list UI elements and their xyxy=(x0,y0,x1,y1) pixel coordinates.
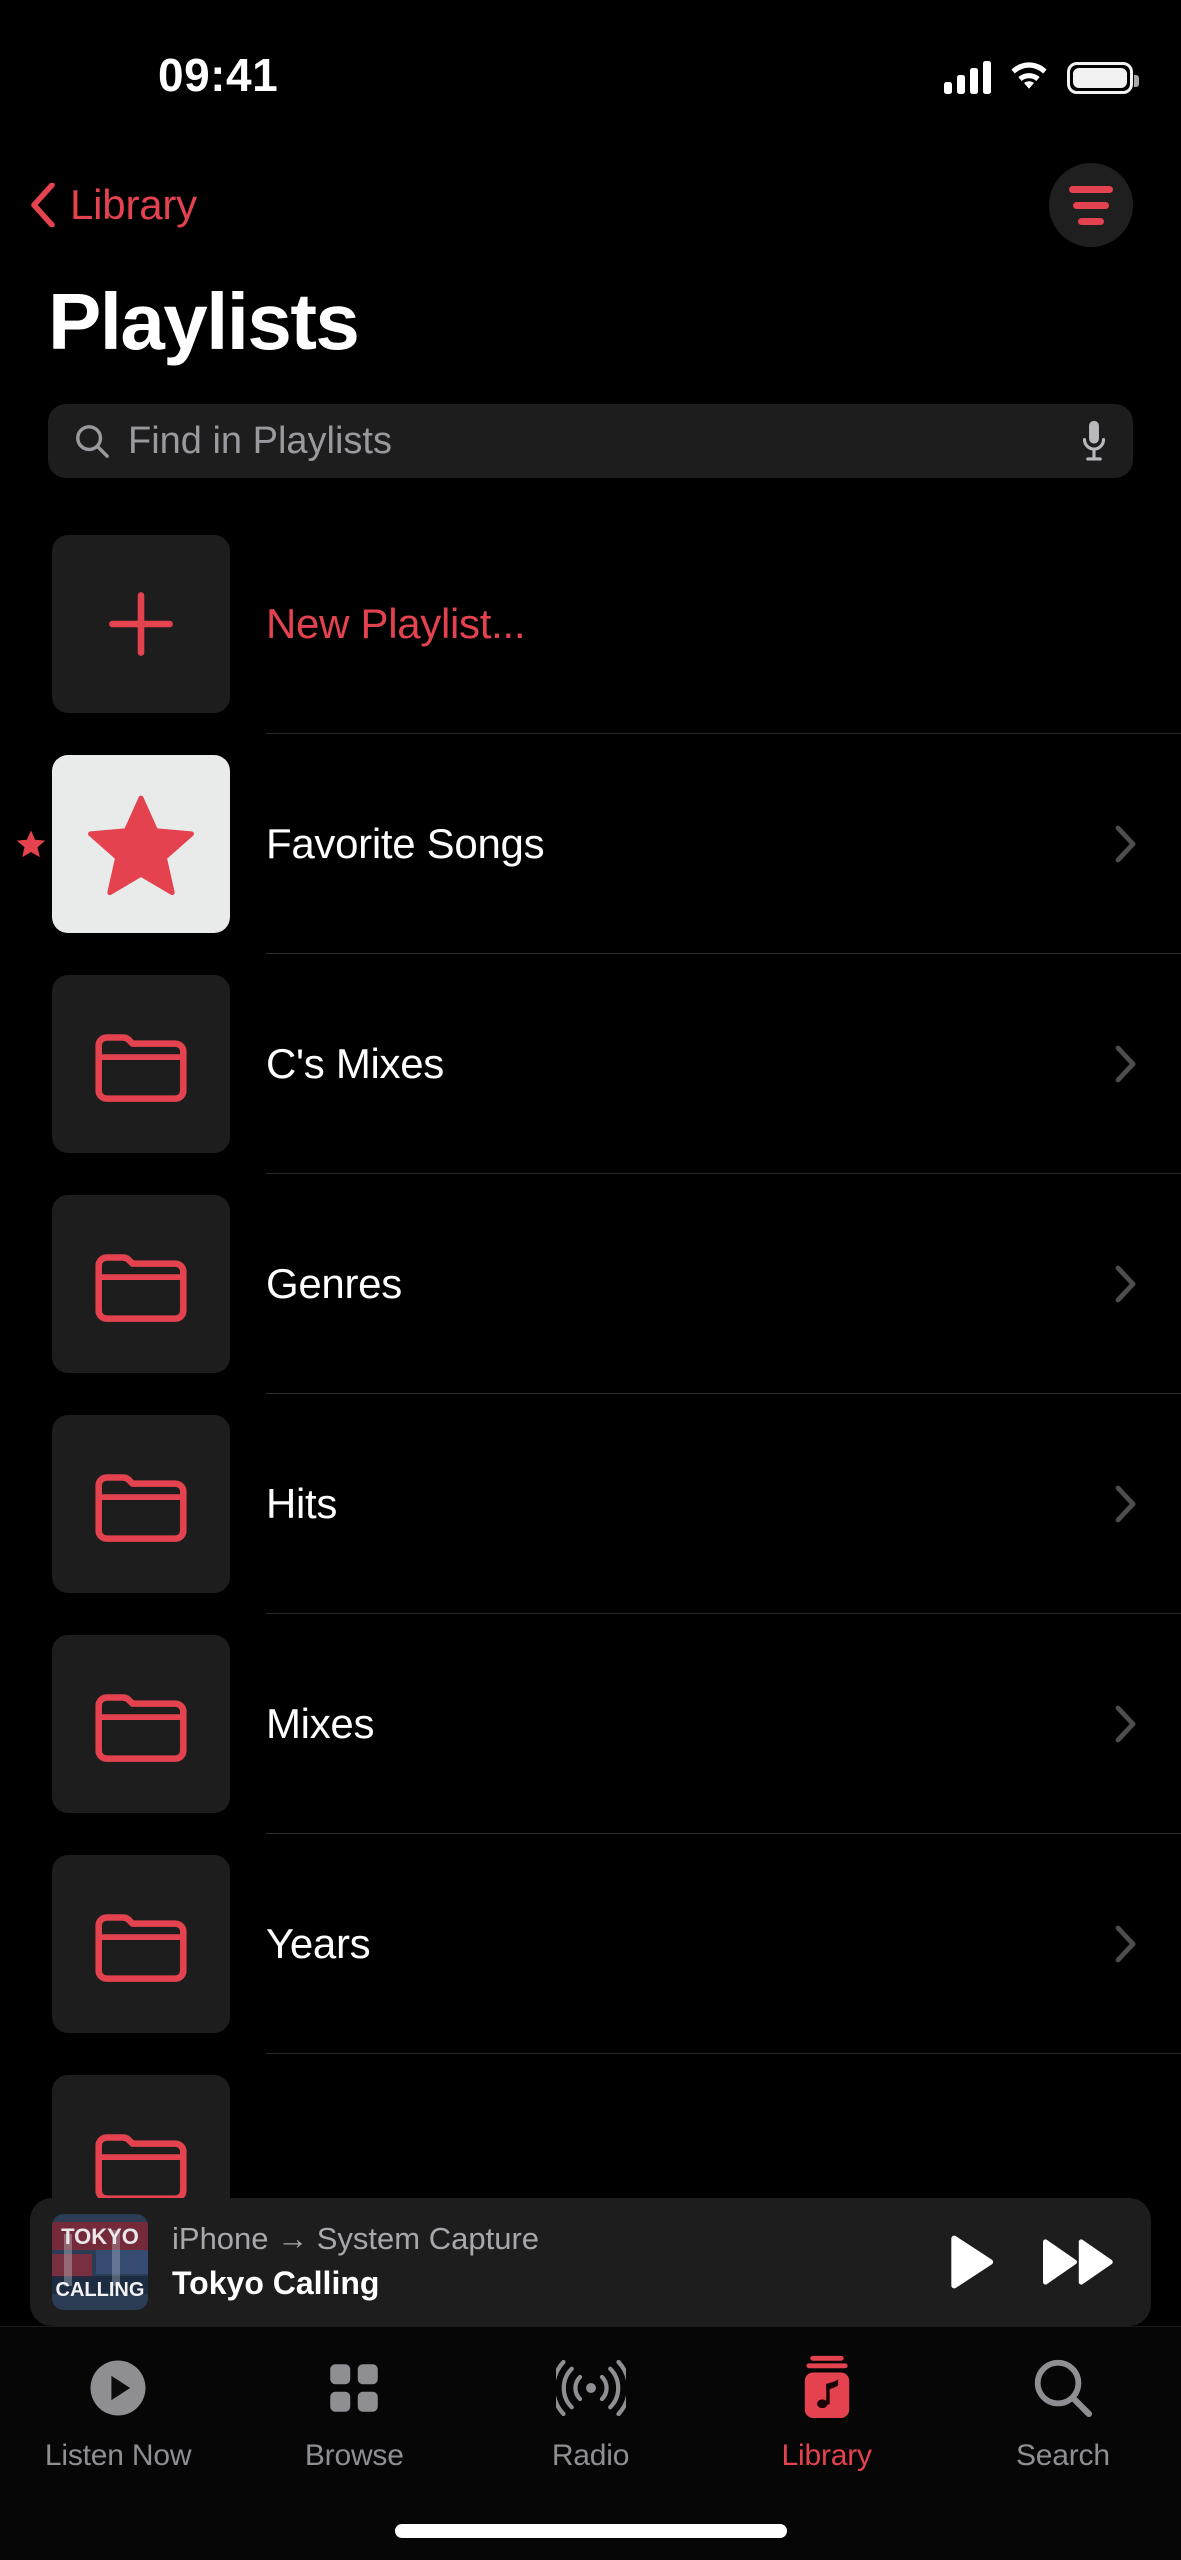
list-item-mixes[interactable]: Mixes xyxy=(0,1614,1181,1834)
folder-icon xyxy=(95,1034,187,1102)
list-item-body: Years xyxy=(266,1834,1181,2054)
thumbnail xyxy=(52,755,230,933)
back-button-label: Library xyxy=(70,181,197,228)
list-item-label: New Playlist... xyxy=(266,600,526,647)
list-item-body: Mixes xyxy=(266,1614,1181,1834)
list-item-body: Genres xyxy=(266,1174,1181,1394)
back-button[interactable]: Library xyxy=(30,181,197,229)
chevron-right-icon xyxy=(1115,1265,1136,1303)
svg-text:TOKYO: TOKYO xyxy=(61,2224,139,2249)
list-item-hits[interactable]: Hits xyxy=(0,1394,1181,1614)
now-playing-controls xyxy=(947,2233,1117,2291)
list-item-years[interactable]: Years xyxy=(0,1834,1181,2054)
tab-label: Radio xyxy=(551,2439,630,2472)
list-item-label: Years xyxy=(266,1920,371,1967)
music-library-icon xyxy=(796,2351,858,2425)
chevron-right-icon xyxy=(1115,1705,1136,1743)
list-item-favorite-songs[interactable]: Favorite Songs xyxy=(0,734,1181,954)
tab-label: Search xyxy=(1015,2439,1110,2472)
now-playing-route: iPhone → System Capture xyxy=(172,2220,540,2256)
play-button[interactable] xyxy=(947,2233,995,2291)
list-item-body: Hits xyxy=(266,1394,1181,1614)
folder-icon xyxy=(95,1254,187,1322)
list-item-label: Hits xyxy=(266,1480,338,1527)
now-playing-title: Tokyo Calling xyxy=(172,2264,380,2301)
search-icon xyxy=(1030,2351,1096,2425)
svg-text:CALLING: CALLING xyxy=(56,2279,145,2301)
status-bar-time: 09:41 xyxy=(158,49,279,101)
list-item-cs-mixes[interactable]: C's Mixes xyxy=(0,954,1181,1174)
tab-label: Library xyxy=(781,2439,873,2472)
chevron-right-icon xyxy=(1115,1045,1136,1083)
thumbnail xyxy=(52,975,230,1153)
play-icon xyxy=(951,2235,994,2289)
thumbnail xyxy=(52,1635,230,1813)
list-item-genres[interactable]: Genres xyxy=(0,1174,1181,1394)
search-icon xyxy=(76,425,109,458)
play-circle-icon xyxy=(85,2351,151,2425)
chevron-left-icon xyxy=(31,183,55,227)
tab-label: Browse xyxy=(304,2439,404,2472)
tab-library[interactable]: Library xyxy=(709,2351,945,2473)
page-title: Playlists xyxy=(48,277,360,366)
home-indicator xyxy=(394,2524,787,2538)
list-item-label: Favorite Songs xyxy=(266,820,545,867)
navigation-bar: Library xyxy=(0,150,1181,260)
now-playing-bar[interactable]: TOKYO CALLING iPhone → System Capture To… xyxy=(30,2198,1151,2326)
thumbnail xyxy=(52,1855,230,2033)
folder-icon xyxy=(95,1694,187,1762)
search-input[interactable] xyxy=(128,419,1063,463)
tab-search[interactable]: Search xyxy=(945,2351,1181,2473)
fast-forward-icon xyxy=(1043,2239,1113,2285)
star-icon xyxy=(88,795,194,896)
list-item-body: C's Mixes xyxy=(266,954,1181,1174)
list-item-body: New Playlist... xyxy=(266,514,1181,734)
tab-label: Listen Now xyxy=(44,2439,192,2472)
tab-radio[interactable]: Radio xyxy=(472,2351,708,2473)
folder-icon xyxy=(95,1914,187,1982)
album-artwork[interactable]: TOKYO CALLING xyxy=(52,2214,148,2310)
list-item-label: Mixes xyxy=(266,1700,375,1747)
now-playing-text: iPhone → System Capture Tokyo Calling xyxy=(172,2220,923,2304)
list-item-label: Genres xyxy=(266,1260,402,1307)
folder-icon xyxy=(95,1474,187,1542)
list-item-new-playlist[interactable]: New Playlist... xyxy=(0,514,1181,734)
plus-icon xyxy=(109,592,173,656)
list-item-label: C's Mixes xyxy=(266,1040,444,1087)
playlist-list: New Playlist... Favorite Songs C's Mixes… xyxy=(0,514,1181,2274)
favorite-star-marker-icon xyxy=(16,830,46,858)
chevron-right-icon xyxy=(1115,1485,1136,1523)
chevron-right-icon xyxy=(1115,1925,1136,1963)
wifi-icon xyxy=(1011,62,1047,89)
status-bar: 09:41 xyxy=(0,0,1181,150)
status-bar-indicators xyxy=(944,60,1139,94)
tab-bar: Listen Now Browse Radio Library Search xyxy=(0,2326,1181,2560)
search-section xyxy=(0,368,1181,478)
list-item-body: Favorite Songs xyxy=(266,734,1181,954)
search-bar[interactable] xyxy=(48,404,1133,478)
thumbnail xyxy=(52,535,230,713)
microphone-icon[interactable] xyxy=(1081,419,1107,463)
grid-squares-icon xyxy=(324,2351,384,2425)
thumbnail xyxy=(52,1195,230,1373)
tab-listen-now[interactable]: Listen Now xyxy=(0,2351,236,2473)
sort-filter-icon xyxy=(1069,185,1113,225)
album-artwork-image: TOKYO CALLING xyxy=(52,2214,148,2310)
sort-filter-button[interactable] xyxy=(1049,163,1133,247)
broadcast-waves-icon xyxy=(555,2351,626,2425)
chevron-right-icon xyxy=(1115,825,1136,863)
tab-browse[interactable]: Browse xyxy=(236,2351,472,2473)
cellular-signal-icon xyxy=(944,60,991,94)
thumbnail xyxy=(52,1415,230,1593)
fast-forward-button[interactable] xyxy=(1041,2234,1117,2290)
battery-full-icon xyxy=(1067,62,1139,94)
